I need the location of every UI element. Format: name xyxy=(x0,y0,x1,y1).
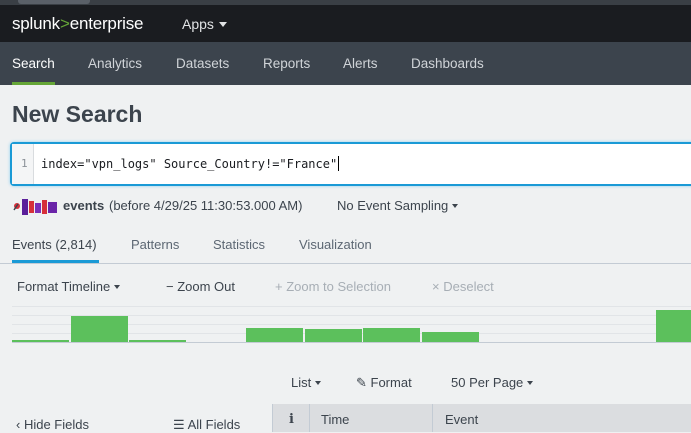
nav-item-analytics[interactable]: Analytics xyxy=(88,56,142,71)
page-title: New Search xyxy=(12,101,142,128)
per-page-dropdown[interactable]: 50 Per Page xyxy=(451,375,533,390)
per-page-label: 50 Per Page xyxy=(451,375,523,390)
sampling-label: No Event Sampling xyxy=(337,198,448,213)
deselect-button[interactable]: × Deselect xyxy=(432,279,494,294)
minus-icon: − xyxy=(166,279,177,294)
main-nav: Search Analytics Datasets Reports Alerts… xyxy=(0,42,691,85)
events-table-header: i Time Event xyxy=(272,404,691,432)
chevron-down-icon xyxy=(114,285,120,289)
fields-and-table-header: ‹ Hide Fields ☰ All Fields i Time Event xyxy=(0,404,691,432)
nav-item-search[interactable]: Search xyxy=(12,56,55,71)
nav-item-reports[interactable]: Reports xyxy=(263,56,310,71)
timeline-axis xyxy=(12,342,691,343)
search-query-editor[interactable]: 1 index="vpn_logs" Source_Country!="Fran… xyxy=(10,142,691,186)
hide-fields-label: Hide Fields xyxy=(24,417,89,432)
apps-menu[interactable]: Apps xyxy=(182,16,227,32)
timeline-bar[interactable] xyxy=(422,332,479,342)
all-fields-button[interactable]: ☰ All Fields xyxy=(173,417,240,433)
results-tabs: Events (2,814) Patterns Statistics Visua… xyxy=(0,226,691,264)
results-list-toolbar: List ✎ Format 50 Per Page xyxy=(0,372,691,394)
query-string: index="vpn_logs" Source_Country!="France… xyxy=(41,157,337,171)
list-label: List xyxy=(291,375,311,390)
event-timeline[interactable] xyxy=(12,306,691,343)
format-label: Format xyxy=(371,375,412,390)
zoom-out-label: Zoom Out xyxy=(177,279,235,294)
fields-sidebar-header: ‹ Hide Fields ☰ All Fields xyxy=(3,417,268,432)
hide-fields-button[interactable]: ‹ Hide Fields xyxy=(16,417,89,432)
timeline-bar[interactable] xyxy=(129,340,186,342)
splunk-logo[interactable]: splunk>enterprise xyxy=(12,14,143,34)
all-fields-label: All Fields xyxy=(188,417,241,432)
tab-patterns[interactable]: Patterns xyxy=(131,237,179,252)
logo-chevron: > xyxy=(60,14,70,33)
column-divider xyxy=(309,404,310,432)
format-button[interactable]: ✎ Format xyxy=(356,375,412,391)
apps-menu-label: Apps xyxy=(182,16,214,32)
event-column-header[interactable]: Event xyxy=(445,412,478,427)
active-tab-indicator xyxy=(12,260,99,263)
tab-visualization[interactable]: Visualization xyxy=(299,237,372,252)
zoom-selection-label: Zoom to Selection xyxy=(286,279,391,294)
zoom-out-button[interactable]: − Zoom Out xyxy=(166,279,235,294)
timeline-bar[interactable] xyxy=(12,340,69,342)
time-range-text: (before 4/29/25 11:30:53.000 AM) xyxy=(109,198,302,213)
tab-statistics[interactable]: Statistics xyxy=(213,237,265,252)
active-nav-indicator xyxy=(12,82,55,85)
deselect-label: Deselect xyxy=(443,279,494,294)
chevron-down-icon xyxy=(315,381,321,385)
search-query-text[interactable]: index="vpn_logs" Source_Country!="France… xyxy=(41,156,339,171)
line-number: 1 xyxy=(21,157,28,170)
pencil-icon: ✎ xyxy=(356,375,371,390)
nav-item-dashboards[interactable]: Dashboards xyxy=(411,56,484,71)
text-cursor xyxy=(338,156,339,171)
editor-focus-underline xyxy=(396,184,691,185)
app-bar: splunk>enterprise Apps xyxy=(0,5,691,42)
format-timeline-label: Format Timeline xyxy=(17,279,110,294)
list-icon: ☰ xyxy=(173,417,188,432)
timeline-gridline xyxy=(12,306,691,307)
time-column-header[interactable]: Time xyxy=(321,412,349,427)
plus-icon: + xyxy=(275,279,286,294)
timeline-bar[interactable] xyxy=(656,310,691,342)
chevron-left-icon: ‹ xyxy=(16,417,24,432)
info-column-header[interactable]: i xyxy=(289,412,294,427)
list-view-dropdown[interactable]: List xyxy=(291,375,321,390)
logo-suffix-text: enterprise xyxy=(70,14,144,33)
job-progress-icon[interactable] xyxy=(12,198,58,216)
logo-main-text: splunk xyxy=(12,14,60,33)
chevron-down-icon xyxy=(452,204,458,208)
close-icon: × xyxy=(432,279,443,294)
timeline-bar[interactable] xyxy=(305,329,362,342)
event-sampling-dropdown[interactable]: No Event Sampling xyxy=(337,198,458,213)
nav-item-alerts[interactable]: Alerts xyxy=(343,56,378,71)
browser-tab-handle[interactable] xyxy=(18,0,90,4)
column-divider xyxy=(432,404,433,432)
nav-item-datasets[interactable]: Datasets xyxy=(176,56,229,71)
events-label: events xyxy=(63,198,104,213)
zoom-to-selection-button[interactable]: + Zoom to Selection xyxy=(275,279,391,294)
timeline-bar[interactable] xyxy=(363,328,420,342)
chevron-down-icon xyxy=(527,381,533,385)
format-timeline-dropdown[interactable]: Format Timeline xyxy=(17,279,120,294)
timeline-toolbar: Format Timeline − Zoom Out + Zoom to Sel… xyxy=(0,276,691,298)
line-gutter: 1 xyxy=(12,144,34,184)
tab-events[interactable]: Events (2,814) xyxy=(12,237,97,252)
timeline-bar[interactable] xyxy=(246,328,303,342)
timeline-bar[interactable] xyxy=(71,316,128,342)
chevron-down-icon xyxy=(219,22,227,27)
